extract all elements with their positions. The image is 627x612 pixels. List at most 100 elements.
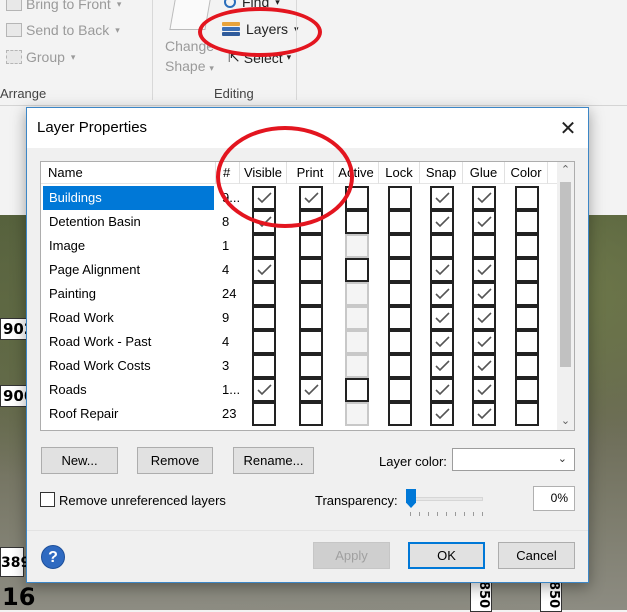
layer-row[interactable]: Roof Repair 23 — [41, 402, 558, 426]
print-checkbox[interactable] — [299, 258, 323, 282]
column-header-print[interactable]: Print — [287, 162, 334, 184]
scroll-thumb[interactable] — [560, 182, 571, 367]
snap-checkbox[interactable] — [430, 402, 454, 426]
visible-checkbox[interactable] — [252, 402, 276, 426]
active-checkbox[interactable] — [345, 234, 369, 258]
visible-checkbox[interactable] — [252, 330, 276, 354]
transparency-input[interactable]: 0% — [533, 486, 575, 511]
layer-row[interactable]: Image 1 — [41, 234, 558, 258]
lock-checkbox[interactable] — [388, 282, 412, 306]
visible-checkbox[interactable] — [252, 282, 276, 306]
print-checkbox[interactable] — [299, 210, 323, 234]
active-checkbox[interactable] — [345, 258, 369, 282]
layer-name[interactable]: Roof Repair — [43, 402, 214, 426]
active-checkbox[interactable] — [345, 186, 369, 210]
color-checkbox[interactable] — [515, 354, 539, 378]
active-checkbox[interactable] — [345, 282, 369, 306]
snap-checkbox[interactable] — [430, 378, 454, 402]
color-checkbox[interactable] — [515, 210, 539, 234]
color-checkbox[interactable] — [515, 234, 539, 258]
snap-checkbox[interactable] — [430, 306, 454, 330]
layer-name[interactable]: Painting — [43, 282, 214, 306]
layer-row[interactable]: Road Work 9 — [41, 306, 558, 330]
ok-button[interactable]: OK — [408, 542, 485, 569]
color-checkbox[interactable] — [515, 378, 539, 402]
remove-unreferenced-checkbox[interactable] — [40, 492, 55, 507]
lock-checkbox[interactable] — [388, 354, 412, 378]
layer-name[interactable]: Road Work Costs — [43, 354, 214, 378]
print-checkbox[interactable] — [299, 306, 323, 330]
active-checkbox[interactable] — [345, 306, 369, 330]
layers-button[interactable]: Layers ▾ — [222, 21, 299, 37]
glue-checkbox[interactable] — [472, 186, 496, 210]
visible-checkbox[interactable] — [252, 210, 276, 234]
column-header-name[interactable]: Name — [41, 162, 216, 184]
layer-name[interactable]: Page Alignment — [43, 258, 214, 282]
column-header-active[interactable]: Active — [334, 162, 379, 184]
color-checkbox[interactable] — [515, 258, 539, 282]
rename-button[interactable]: Rename... — [233, 447, 314, 474]
lock-checkbox[interactable] — [388, 378, 412, 402]
layer-row[interactable]: Road Work Costs 3 — [41, 354, 558, 378]
column-header-visible[interactable]: Visible — [240, 162, 287, 184]
lock-checkbox[interactable] — [388, 402, 412, 426]
cancel-button[interactable]: Cancel — [498, 542, 575, 569]
select-button[interactable]: ⇱ Select ▾ — [228, 49, 291, 66]
layer-name[interactable]: Detention Basin — [43, 210, 214, 234]
lock-checkbox[interactable] — [388, 258, 412, 282]
print-checkbox[interactable] — [299, 330, 323, 354]
snap-checkbox[interactable] — [430, 258, 454, 282]
glue-checkbox[interactable] — [472, 402, 496, 426]
change-shape-button[interactable]: Change Shape ▾ — [165, 36, 214, 78]
column-header-snap[interactable]: Snap — [420, 162, 463, 184]
lock-checkbox[interactable] — [388, 210, 412, 234]
snap-checkbox[interactable] — [430, 330, 454, 354]
print-checkbox[interactable] — [299, 234, 323, 258]
snap-checkbox[interactable] — [430, 354, 454, 378]
print-checkbox[interactable] — [299, 378, 323, 402]
lock-checkbox[interactable] — [388, 234, 412, 258]
scroll-up-icon[interactable]: ⌃ — [557, 162, 574, 179]
layer-name[interactable]: Road Work - Past — [43, 330, 214, 354]
lock-checkbox[interactable] — [388, 306, 412, 330]
layer-row[interactable]: Page Alignment 4 — [41, 258, 558, 282]
layers-grid[interactable]: Name # Visible Print Active Lock Snap Glue Color… — [40, 161, 575, 431]
group-button[interactable]: Group ▾ — [6, 49, 75, 65]
visible-checkbox[interactable] — [252, 354, 276, 378]
active-checkbox[interactable] — [345, 210, 369, 234]
layer-row[interactable]: Detention Basin 8 — [41, 210, 558, 234]
visible-checkbox[interactable] — [252, 378, 276, 402]
print-checkbox[interactable] — [299, 282, 323, 306]
snap-checkbox[interactable] — [430, 210, 454, 234]
active-checkbox[interactable] — [345, 330, 369, 354]
layer-row[interactable]: Road Work - Past 4 — [41, 330, 558, 354]
column-header-count[interactable]: # — [216, 162, 240, 184]
glue-checkbox[interactable] — [472, 258, 496, 282]
send-to-back-button[interactable]: Send to Back ▾ — [6, 22, 120, 38]
color-checkbox[interactable] — [515, 186, 539, 210]
transparency-slider-track[interactable] — [409, 497, 483, 501]
glue-checkbox[interactable] — [472, 234, 496, 258]
column-header-glue[interactable]: Glue — [463, 162, 505, 184]
color-checkbox[interactable] — [515, 402, 539, 426]
lock-checkbox[interactable] — [388, 330, 412, 354]
find-button[interactable]: Find ▾ — [224, 0, 280, 10]
print-checkbox[interactable] — [299, 186, 323, 210]
visible-checkbox[interactable] — [252, 258, 276, 282]
glue-checkbox[interactable] — [472, 378, 496, 402]
scroll-down-icon[interactable]: ⌄ — [557, 413, 574, 430]
layer-row[interactable]: Buildings 9... — [41, 186, 558, 210]
visible-checkbox[interactable] — [252, 234, 276, 258]
glue-checkbox[interactable] — [472, 330, 496, 354]
layer-name[interactable]: Roads — [43, 378, 214, 402]
layer-color-dropdown[interactable]: ⌄ — [452, 448, 575, 471]
color-checkbox[interactable] — [515, 306, 539, 330]
color-checkbox[interactable] — [515, 330, 539, 354]
close-button[interactable]: ✕ — [554, 114, 582, 142]
print-checkbox[interactable] — [299, 402, 323, 426]
help-icon[interactable]: ? — [41, 545, 65, 569]
visible-checkbox[interactable] — [252, 306, 276, 330]
layer-row[interactable]: Roads 1... — [41, 378, 558, 402]
column-header-color[interactable]: Color — [505, 162, 548, 184]
glue-checkbox[interactable] — [472, 282, 496, 306]
